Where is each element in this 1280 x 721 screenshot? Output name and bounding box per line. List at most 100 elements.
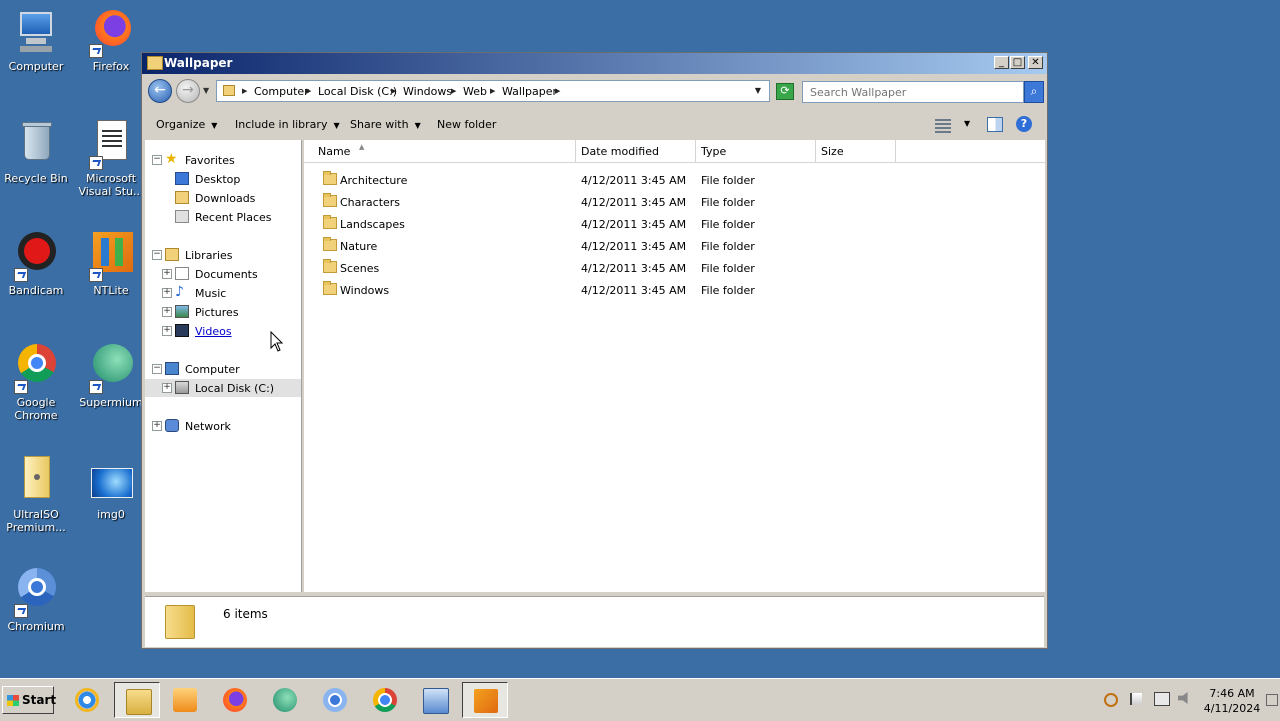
- desktop-icon-recycle-bin[interactable]: Recycle Bin: [0, 120, 72, 185]
- collapse-icon[interactable]: −: [152, 250, 162, 260]
- expand-icon[interactable]: +: [162, 269, 172, 279]
- nav-label: Recent Places: [195, 211, 272, 224]
- network-tray-icon[interactable]: [1154, 692, 1170, 706]
- maximize-button[interactable]: □: [1010, 56, 1025, 69]
- organize-button[interactable]: Organize ▼: [156, 118, 217, 131]
- search-icon[interactable]: [1104, 693, 1118, 707]
- file-date: 4/12/2011 3:45 AM: [581, 174, 687, 187]
- desktop-icon-ultraiso[interactable]: UltraISO Premium...: [0, 456, 72, 534]
- chevron-right-icon[interactable]: ▶: [490, 87, 495, 95]
- chevron-right-icon[interactable]: ▶: [555, 87, 560, 95]
- search-input[interactable]: [808, 85, 1002, 100]
- taskbar-control-panel[interactable]: [412, 682, 458, 718]
- nav-favorites[interactable]: − ★ Favorites: [145, 151, 301, 169]
- chevron-right-icon[interactable]: ▶: [306, 87, 311, 95]
- view-options-icon[interactable]: [935, 119, 951, 133]
- new-folder-button[interactable]: New folder: [437, 118, 496, 131]
- chevron-down-icon[interactable]: ▼: [964, 119, 970, 128]
- breadcrumb-wallpaper[interactable]: Wallpaper: [502, 85, 557, 98]
- breadcrumb-local-disk[interactable]: Local Disk (C:): [318, 85, 397, 98]
- forward-button[interactable]: →: [176, 79, 200, 103]
- nav-desktop[interactable]: Desktop: [145, 170, 301, 188]
- taskbar-chromium[interactable]: [312, 682, 358, 718]
- title-bar[interactable]: Wallpaper _ □ ✕: [142, 53, 1047, 74]
- action-center-flag-icon[interactable]: [1130, 693, 1142, 705]
- desktop-icon-visual-studio[interactable]: Microsoft Visual Stu...: [75, 120, 147, 198]
- collapse-icon[interactable]: −: [152, 155, 162, 165]
- chevron-right-icon[interactable]: ▶: [242, 87, 247, 95]
- clock[interactable]: 7:46 AM 4/11/2024: [1200, 686, 1264, 716]
- expand-icon[interactable]: +: [162, 326, 172, 336]
- nav-pictures[interactable]: + Pictures: [145, 303, 301, 321]
- file-list[interactable]: Name ▲ Date modified Type Size Architect…: [304, 140, 1045, 592]
- back-button[interactable]: ←: [148, 79, 172, 103]
- file-row[interactable]: Windows 4/12/2011 3:45 AM File folder: [304, 279, 1045, 301]
- desktop-icon-chromium[interactable]: Chromium: [0, 568, 72, 633]
- nav-documents[interactable]: + Documents: [145, 265, 301, 283]
- file-row[interactable]: Landscapes 4/12/2011 3:45 AM File folder: [304, 213, 1045, 235]
- expand-icon[interactable]: +: [152, 421, 162, 431]
- nav-recent-places[interactable]: Recent Places: [145, 208, 301, 226]
- nav-downloads[interactable]: Downloads: [145, 189, 301, 207]
- nav-libraries[interactable]: − Libraries: [145, 246, 301, 264]
- search-box[interactable]: [802, 81, 1024, 103]
- breadcrumb-windows[interactable]: Windows: [403, 85, 452, 98]
- search-icon[interactable]: ⌕: [1024, 81, 1044, 103]
- show-desktop-button[interactable]: [1266, 694, 1278, 706]
- details-pane: 6 items: [145, 596, 1044, 647]
- column-header-type[interactable]: Type: [696, 140, 816, 162]
- desktop-icon-label: Microsoft Visual Stu...: [78, 172, 144, 198]
- desktop-icon-google-chrome[interactable]: Google Chrome: [0, 344, 72, 422]
- minimize-button[interactable]: _: [994, 56, 1009, 69]
- expand-icon[interactable]: +: [162, 307, 172, 317]
- file-row[interactable]: Architecture 4/12/2011 3:45 AM File fold…: [304, 169, 1045, 191]
- collapse-icon[interactable]: −: [152, 364, 162, 374]
- column-header-date-modified[interactable]: Date modified: [576, 140, 696, 162]
- nav-computer[interactable]: − Computer: [145, 360, 301, 378]
- column-header-size[interactable]: Size: [816, 140, 896, 162]
- taskbar-ntlite[interactable]: [462, 682, 508, 718]
- file-row[interactable]: Characters 4/12/2011 3:45 AM File folder: [304, 191, 1045, 213]
- include-in-library-button[interactable]: Include in library ▼: [235, 118, 340, 131]
- column-header-name[interactable]: Name ▲: [313, 140, 576, 162]
- desktop-icon-img0[interactable]: img0: [75, 456, 147, 521]
- nav-network[interactable]: + Network: [145, 417, 301, 435]
- desktop-icon-computer[interactable]: Computer: [0, 8, 72, 73]
- desktop-icon-label: Supermium: [79, 396, 143, 409]
- breadcrumb-computer[interactable]: Computer: [254, 85, 309, 98]
- file-row[interactable]: Nature 4/12/2011 3:45 AM File folder: [304, 235, 1045, 257]
- history-dropdown-icon[interactable]: ▼: [203, 86, 209, 95]
- nav-music[interactable]: + ♪ Music: [145, 284, 301, 302]
- volume-muted-icon[interactable]: [1178, 692, 1188, 704]
- taskbar-explorer[interactable]: [114, 682, 160, 718]
- nav-local-disk[interactable]: + Local Disk (C:): [145, 379, 301, 397]
- address-bar[interactable]: ▶ Computer ▶ Local Disk (C:) ▶ Windows ▶…: [216, 80, 770, 102]
- start-button[interactable]: Start: [2, 686, 56, 714]
- share-with-button[interactable]: Share with ▼: [350, 118, 421, 131]
- expand-icon[interactable]: +: [162, 288, 172, 298]
- expand-icon[interactable]: +: [162, 383, 172, 393]
- shortcut-arrow-icon: [89, 44, 103, 58]
- taskbar-media-player[interactable]: [162, 682, 208, 718]
- desktop-icon-firefox[interactable]: Firefox: [75, 8, 147, 73]
- close-button[interactable]: ✕: [1028, 56, 1043, 69]
- chevron-right-icon[interactable]: ▶: [391, 87, 396, 95]
- desktop-icon-bandicam[interactable]: Bandicam: [0, 232, 72, 297]
- file-row[interactable]: Scenes 4/12/2011 3:45 AM File folder: [304, 257, 1045, 279]
- address-dropdown-icon[interactable]: ▼: [755, 86, 761, 95]
- help-icon[interactable]: ?: [1016, 116, 1032, 132]
- chromium-icon: [12, 568, 60, 618]
- taskbar-firefox[interactable]: [212, 682, 258, 718]
- desktop-icon-ntlite[interactable]: NTLite: [75, 232, 147, 297]
- ntlite-icon: [87, 232, 135, 282]
- supermium-icon: [87, 344, 135, 394]
- refresh-icon[interactable]: ⟳: [776, 83, 794, 100]
- desktop-icon-label: Bandicam: [8, 284, 64, 297]
- chevron-right-icon[interactable]: ▶: [451, 87, 456, 95]
- taskbar-supermium[interactable]: [262, 682, 308, 718]
- taskbar-chrome[interactable]: [362, 682, 408, 718]
- taskbar-internet-explorer[interactable]: [64, 682, 110, 718]
- desktop-icon-supermium[interactable]: Supermium: [75, 344, 147, 409]
- breadcrumb-web[interactable]: Web: [463, 85, 487, 98]
- preview-pane-icon[interactable]: [987, 117, 1003, 132]
